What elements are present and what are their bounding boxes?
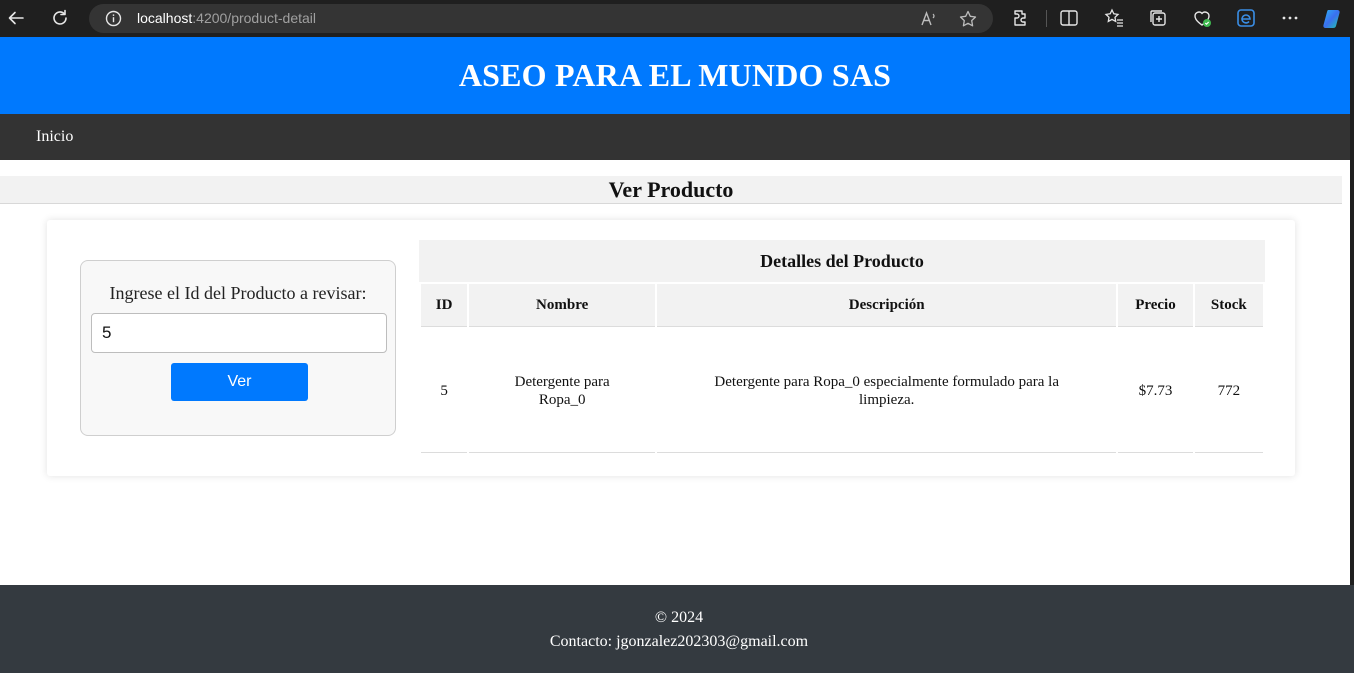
browser-essentials-icon[interactable] <box>1191 7 1213 29</box>
cell-precio: $7.73 <box>1118 329 1193 453</box>
footer-copyright: © 2024 <box>654 609 704 626</box>
table-row: 5 Detergente para Ropa_0 Detergente para… <box>421 329 1263 453</box>
cell-id: 5 <box>421 329 468 453</box>
toolbar-divider <box>1046 10 1047 27</box>
product-id-label: Ingrese el Id del Producto a revisar: <box>109 283 367 303</box>
page-title-bar: Ver Producto <box>0 176 1342 204</box>
extensions-icon[interactable] <box>1010 7 1032 29</box>
url-path: :4200/product-detail <box>192 10 317 26</box>
favorites-icon[interactable] <box>1103 7 1125 29</box>
url-text[interactable]: localhost:4200/product-detail <box>137 10 316 26</box>
copilot-icon[interactable] <box>1320 7 1342 29</box>
column-header-id: ID <box>421 284 468 327</box>
info-icon[interactable] <box>105 10 122 27</box>
app-header: ASEO PARA EL MUNDO SAS <box>0 37 1350 114</box>
details-table: ID Nombre Descripción Precio Stock 5 Det… <box>419 282 1265 455</box>
table-header-row: ID Nombre Descripción Precio Stock <box>421 284 1263 327</box>
favorite-star-icon[interactable] <box>958 9 978 29</box>
back-icon[interactable] <box>4 6 28 30</box>
split-screen-icon[interactable] <box>1058 7 1080 29</box>
product-card: Ingrese el Id del Producto a revisar: Ve… <box>47 220 1295 476</box>
details-caption: Detalles del Producto <box>419 240 1265 282</box>
refresh-icon[interactable] <box>48 6 72 30</box>
footer: © 2024 Contacto: jgonzalez202303@gmail.c… <box>0 585 1354 673</box>
address-bar[interactable]: localhost:4200/product-detail <box>89 4 993 33</box>
cell-descripcion: Detergente para Ropa_0 especialmente for… <box>657 329 1117 453</box>
product-search-form: Ingrese el Id del Producto a revisar: Ve… <box>80 260 396 436</box>
product-id-input[interactable] <box>91 313 387 353</box>
product-details: Detalles del Producto ID Nombre Descripc… <box>419 240 1265 455</box>
cell-nombre: Detergente para Ropa_0 <box>469 329 656 453</box>
collections-icon[interactable] <box>1147 7 1169 29</box>
url-host: localhost <box>137 10 193 26</box>
column-header-nombre: Nombre <box>469 284 656 327</box>
browser-toolbar: localhost:4200/product-detail <box>0 0 1354 37</box>
cell-stock: 772 <box>1194 329 1263 453</box>
page-title: Ver Producto <box>608 176 734 202</box>
column-header-precio: Precio <box>1118 284 1193 327</box>
column-header-descripcion: Descripción <box>657 284 1117 327</box>
column-header-stock: Stock <box>1194 284 1263 327</box>
edge-icon[interactable] <box>1235 7 1257 29</box>
footer-contact: Contacto: jgonzalez202303@gmail.com <box>549 633 809 650</box>
navbar: Inicio <box>0 114 1350 160</box>
read-aloud-icon[interactable] <box>919 9 939 29</box>
app-title: ASEO PARA EL MUNDO SAS <box>458 57 892 93</box>
view-button[interactable]: Ver <box>171 363 308 401</box>
nav-link-inicio[interactable]: Inicio <box>36 128 73 146</box>
more-icon[interactable] <box>1279 7 1301 29</box>
scrollbar-gutter <box>1350 37 1354 585</box>
